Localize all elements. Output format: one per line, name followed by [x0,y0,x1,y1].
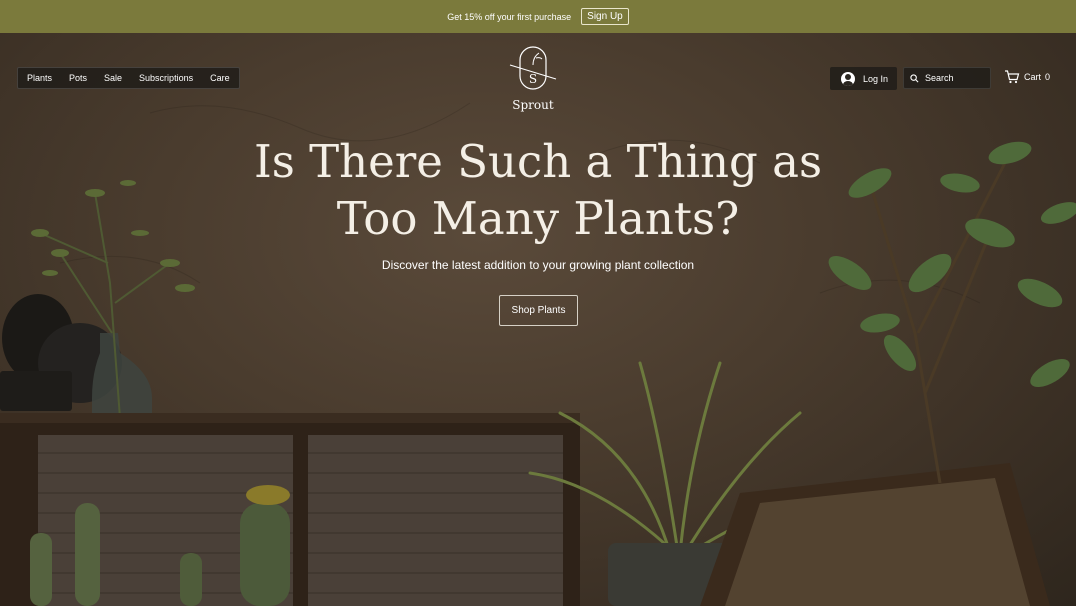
svg-text:S: S [529,72,537,86]
nav-link-sale[interactable]: Sale [104,73,122,83]
nav-link-care[interactable]: Care [210,73,230,83]
search-box[interactable] [903,67,991,89]
cart-icon [1005,70,1020,84]
announcement-text: Get 15% off your first purchase [447,11,572,22]
site-logo[interactable]: S Sprout [506,45,560,112]
main-nav: Plants Pots Sale Subscriptions Care [17,67,240,89]
hero-section: Plants Pots Sale Subscriptions Care S Sp… [0,33,1076,606]
announcement-bar: Get 15% off your first purchase Sign Up [0,0,1076,33]
cart-button[interactable]: Cart 0 [1004,70,1050,84]
login-label: Log In [863,73,889,84]
hero-subheadline: Discover the latest addition to your gro… [381,258,695,272]
user-icon [841,71,855,86]
nav-link-pots[interactable]: Pots [69,73,87,83]
hero-headline: Is There Such a Thing as Too Many Plants… [238,133,838,247]
hero-headline-line2: Too Many Plants? [336,192,740,245]
logo-name: Sprout [512,98,554,112]
cart-label: Cart [1024,72,1042,82]
hero-headline-line1: Is There Such a Thing as [253,135,823,188]
login-button[interactable]: Log In [830,67,897,90]
search-input[interactable] [925,73,985,83]
sprout-logo-icon: S [509,46,557,90]
shop-plants-button[interactable]: Shop Plants [499,295,578,326]
signup-button[interactable]: Sign Up [581,8,629,25]
cart-count: 0 [1045,72,1051,82]
nav-link-plants[interactable]: Plants [27,73,52,83]
nav-link-subscriptions[interactable]: Subscriptions [139,73,193,83]
search-icon [910,73,919,82]
